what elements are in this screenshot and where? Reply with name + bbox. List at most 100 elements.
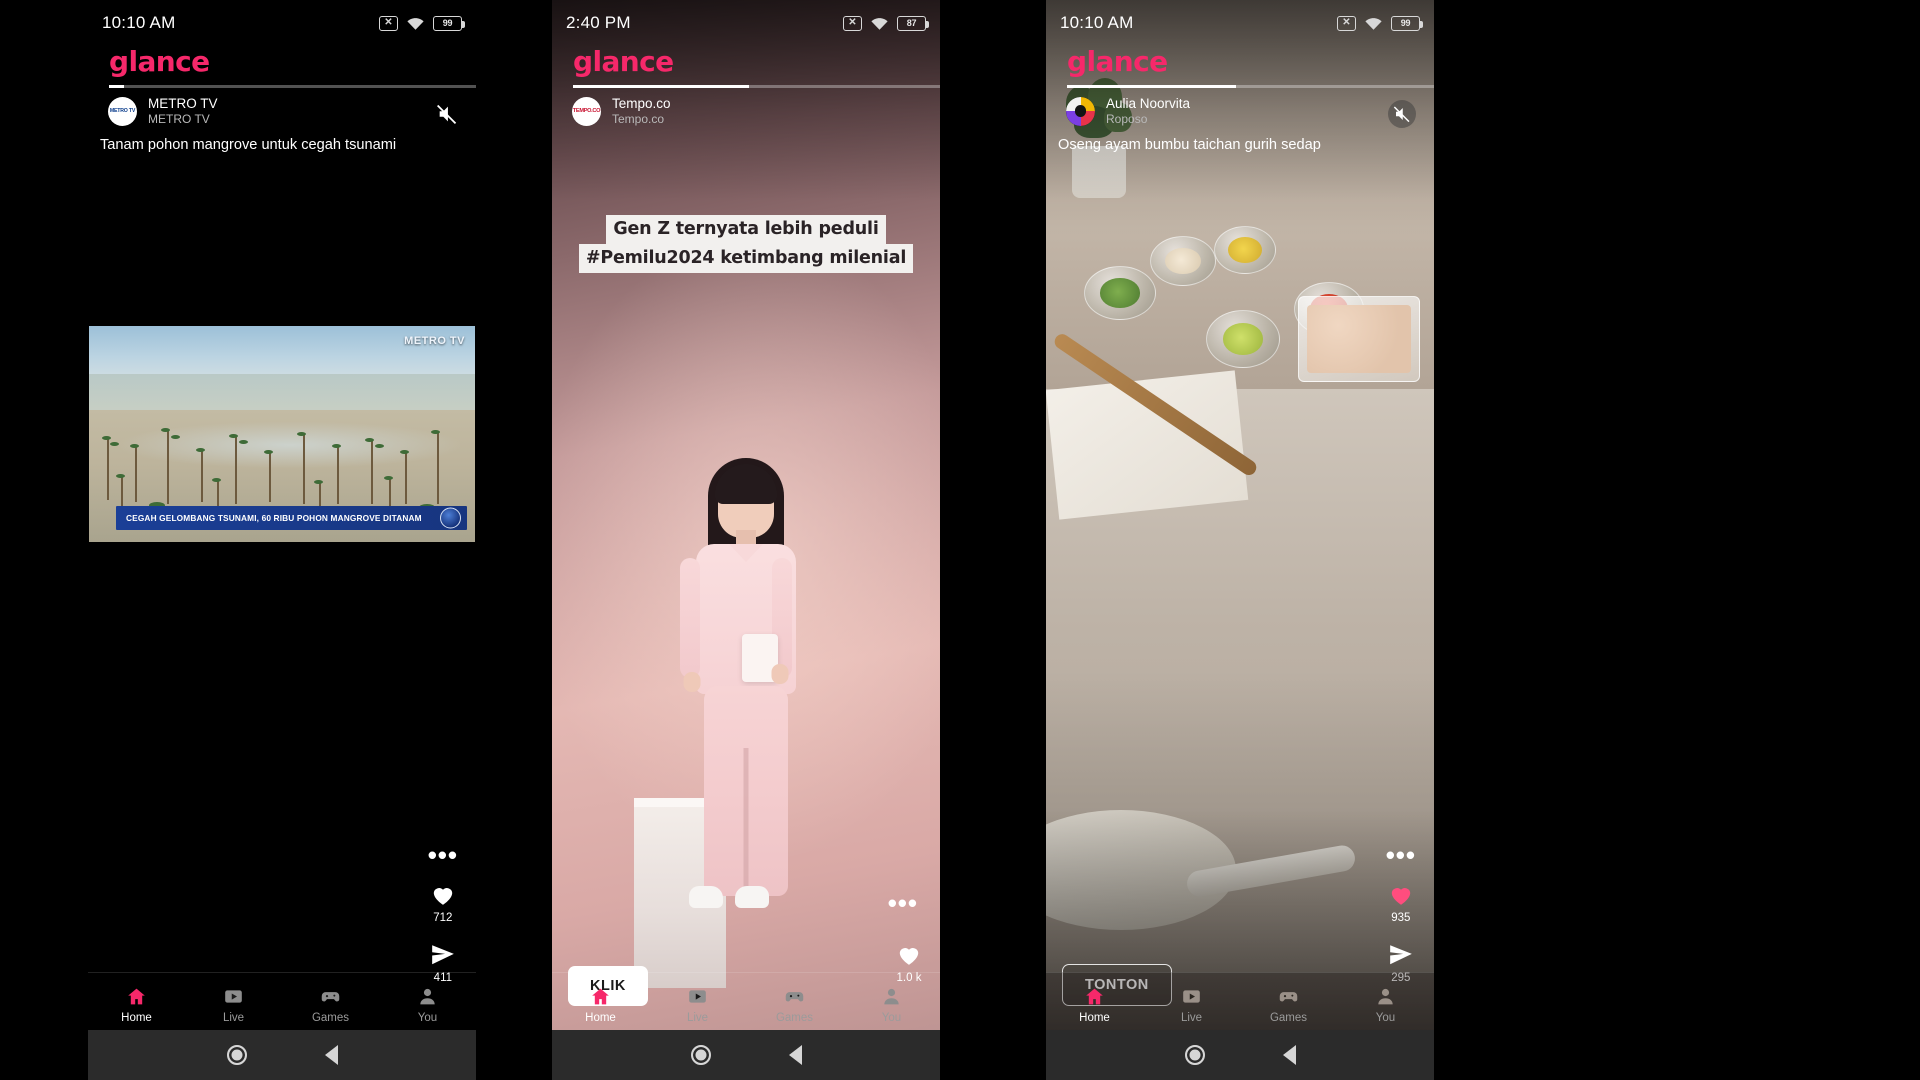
author-subtitle: METRO TV <box>148 111 210 126</box>
story-progress-fill <box>1067 85 1236 88</box>
figure-hand-left <box>683 672 701 692</box>
sim-off-icon: ✕ <box>843 15 862 31</box>
nav-item-home[interactable]: Home <box>552 979 649 1024</box>
live-play-icon <box>225 990 242 1003</box>
battery-percent: 87 <box>906 18 917 28</box>
glance-card-2: 2:40 PM ✕ 87 glance TEMPO.CO Tempo.co Te… <box>552 0 940 1080</box>
panel-1-background: METRO TV CEGAH GELOMBANG TSUNAMI, 60 RIB… <box>88 0 476 1080</box>
video-sky <box>89 326 475 378</box>
author-subtitle: Roposo <box>1106 111 1148 126</box>
heart-icon <box>1391 888 1411 905</box>
action-rail-1: ••• 712 411 <box>428 842 458 984</box>
nav-label-home: Home <box>121 1012 152 1024</box>
battery-icon: 99 <box>433 15 465 31</box>
nav-item-live[interactable]: Live <box>185 979 282 1024</box>
system-back-icon[interactable] <box>788 1045 802 1065</box>
nav-item-you[interactable]: You <box>1337 979 1434 1024</box>
nav-label-live: Live <box>1180 1012 1203 1024</box>
mute-icon[interactable] <box>1388 100 1416 128</box>
battery-icon: 99 <box>1391 15 1423 31</box>
system-home-icon[interactable] <box>690 1045 711 1065</box>
status-bar-2: 2:40 PM ✕ 87 <box>552 0 940 46</box>
system-back-icon[interactable] <box>324 1045 338 1065</box>
home-icon <box>592 988 609 1005</box>
roposo-avatar <box>1066 96 1095 126</box>
bottom-nav-2: Home Live Games You <box>552 972 940 1030</box>
wifi-icon <box>870 16 889 31</box>
story-progress-bar <box>109 85 476 88</box>
like-button[interactable]: 935 <box>1388 882 1414 924</box>
nav-item-games[interactable]: Games <box>1240 979 1337 1024</box>
author-name: Tempo.co <box>612 96 671 111</box>
status-icon-group: ✕ 99 <box>379 15 465 31</box>
phone-screenshot-3: 10:10 AM ✕ 99 glance Aulia Noorvita Ropo… <box>1046 0 1434 1080</box>
author-text: METRO TV METRO TV <box>148 96 218 126</box>
system-home-icon[interactable] <box>1184 1045 1205 1065</box>
nav-item-games[interactable]: Games <box>746 979 843 1024</box>
nav-item-live[interactable]: Live <box>649 979 746 1024</box>
like-button[interactable]: 712 <box>430 882 456 924</box>
avatar-label: METRO TV <box>109 108 136 115</box>
system-home-icon[interactable] <box>226 1045 247 1065</box>
phone-screenshot-1: METRO TV CEGAH GELOMBANG TSUNAMI, 60 RIB… <box>88 0 476 1080</box>
phone-screenshot-2: 2:40 PM ✕ 87 glance TEMPO.CO Tempo.co Te… <box>552 0 940 1080</box>
nav-label-you: You <box>881 1012 902 1024</box>
more-options-icon[interactable]: ••• <box>1386 842 1416 868</box>
story-progress-bar <box>573 85 940 88</box>
caption-line-2: #Pemilu2024 ketimbang milenial <box>578 243 914 273</box>
like-count: 712 <box>433 912 453 924</box>
system-nav-1 <box>88 1030 476 1080</box>
glance-logo: glance <box>1067 45 1168 78</box>
nav-label-you: You <box>417 1012 438 1024</box>
nav-label-games: Games <box>1269 1012 1308 1024</box>
battery-percent: 99 <box>1400 18 1411 28</box>
heart-icon <box>433 888 453 905</box>
heart-icon <box>899 948 919 965</box>
more-options-icon[interactable]: ••• <box>428 842 458 868</box>
figure-arm-left <box>680 558 700 678</box>
figure-hand-right <box>771 664 789 684</box>
gamepad-icon <box>321 992 340 1002</box>
metro-tv-avatar: METRO TV <box>108 96 137 126</box>
nav-item-home[interactable]: Home <box>1046 979 1143 1024</box>
gamepad-icon <box>1279 992 1298 1002</box>
status-time: 10:10 AM <box>102 13 176 32</box>
more-options-icon[interactable]: ••• <box>888 890 918 916</box>
figure-leg-split <box>743 748 749 898</box>
system-nav-2 <box>552 1030 940 1080</box>
nav-label-home: Home <box>585 1012 616 1024</box>
wifi-icon <box>1364 16 1383 31</box>
metro-tv-watermark: METRO TV <box>404 335 465 347</box>
author-row[interactable]: METRO TV METRO TV METRO TV <box>108 96 218 126</box>
status-bar-3: 10:10 AM ✕ 99 <box>1046 0 1434 46</box>
battery-icon: 87 <box>897 15 929 31</box>
nav-item-you[interactable]: You <box>379 979 476 1024</box>
nav-item-you[interactable]: You <box>843 979 940 1024</box>
person-icon <box>420 988 435 1005</box>
glance-logo: glance <box>573 45 674 78</box>
news-video-thumbnail[interactable]: METRO TV CEGAH GELOMBANG TSUNAMI, 60 RIB… <box>89 326 475 542</box>
sim-off-icon: ✕ <box>1337 15 1356 31</box>
nav-item-live[interactable]: Live <box>1143 979 1240 1024</box>
presenter-figure <box>552 458 940 988</box>
scene-shading <box>1046 0 1434 1080</box>
headline-text: Oseng ayam bumbu taichan gurih sedap <box>1058 137 1321 153</box>
story-progress-bar <box>1067 85 1434 88</box>
system-back-icon[interactable] <box>1282 1045 1296 1065</box>
nav-item-home[interactable]: Home <box>88 979 185 1024</box>
person-icon <box>1378 988 1393 1005</box>
live-play-icon <box>1183 990 1200 1003</box>
mute-icon[interactable] <box>436 103 458 125</box>
news-ticker-text: CEGAH GELOMBANG TSUNAMI, 60 RIBU POHON M… <box>126 513 422 523</box>
glance-card-1: METRO TV CEGAH GELOMBANG TSUNAMI, 60 RIB… <box>88 0 476 1080</box>
author-row[interactable]: Aulia Noorvita Roposo <box>1066 96 1190 126</box>
status-time: 10:10 AM <box>1060 13 1134 32</box>
nav-item-games[interactable]: Games <box>282 979 379 1024</box>
share-icon <box>1390 945 1412 965</box>
avatar-label: TEMPO.CO <box>572 108 601 115</box>
author-row[interactable]: TEMPO.CO Tempo.co Tempo.co <box>572 96 671 126</box>
nav-label-games: Games <box>775 1012 814 1024</box>
home-icon <box>1086 988 1103 1005</box>
system-nav-3 <box>1046 1030 1434 1080</box>
news-ticker: CEGAH GELOMBANG TSUNAMI, 60 RIBU POHON M… <box>116 506 467 530</box>
